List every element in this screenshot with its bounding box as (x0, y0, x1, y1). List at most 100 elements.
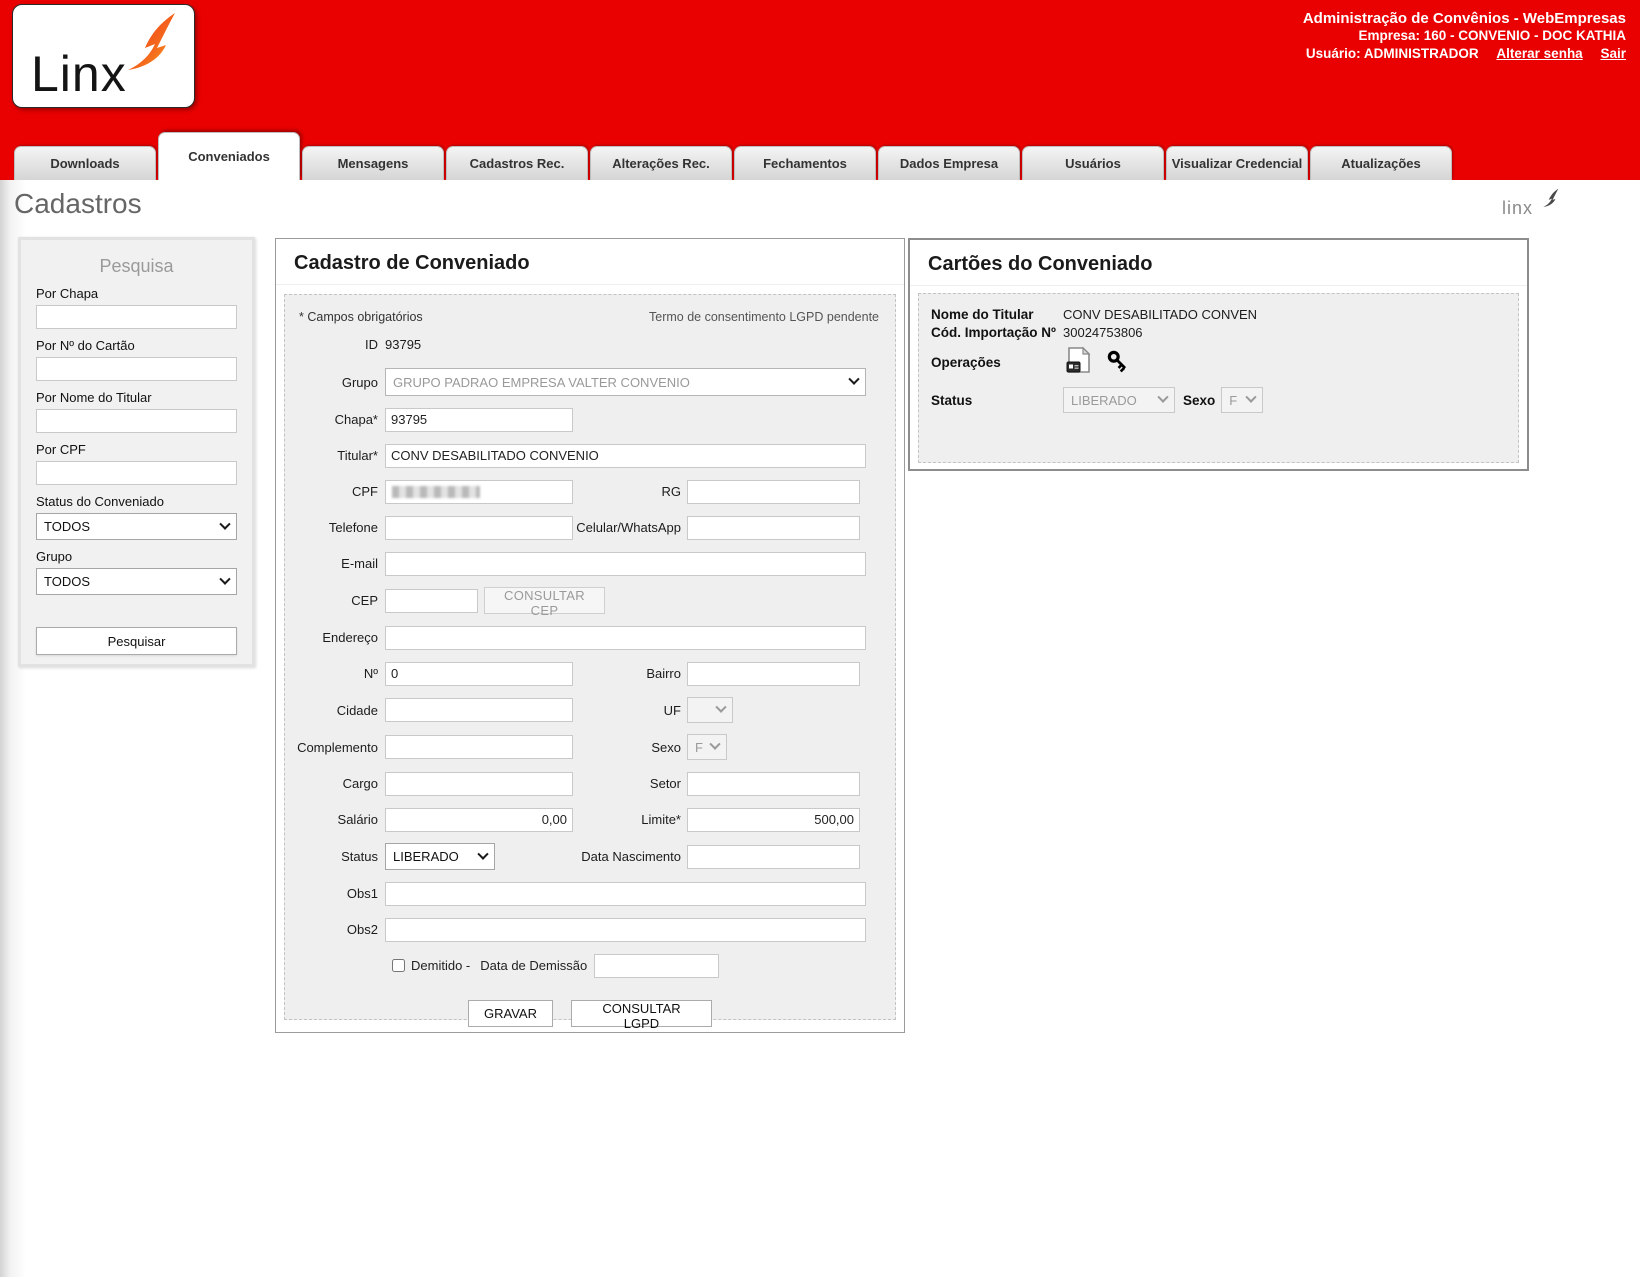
main-tab-bar: Downloads Conveniados Mensagens Cadastro… (14, 132, 1452, 180)
celular-input[interactable] (687, 515, 860, 540)
logout-link[interactable]: Sair (1600, 46, 1626, 61)
complemento-input[interactable] (385, 735, 573, 759)
search-grupo-select[interactable]: TODOS (36, 568, 237, 595)
cidade-input[interactable] (385, 698, 573, 722)
page-content: Cadastros linx Pesquisa Por Chapa Por Nº… (0, 180, 1640, 1277)
user-info: Usuário: ADMINISTRADOR (1305, 46, 1479, 61)
search-chapa-input[interactable] (36, 305, 237, 329)
chevron-down-icon (219, 518, 231, 530)
consultar-cep-button[interactable]: CONSULTAR CEP (484, 587, 605, 618)
search-panel: Pesquisa Por Chapa Por Nº do Cartão Por … (18, 237, 255, 667)
obs1-input[interactable] (385, 881, 866, 906)
bairro-input[interactable] (687, 661, 860, 686)
tab-dados-empresa[interactable]: Dados Empresa (878, 146, 1020, 180)
bairro-label: Bairro (646, 666, 681, 681)
tab-usuarios[interactable]: Usuários (1022, 146, 1164, 180)
tab-visualizar-credencial[interactable]: Visualizar Credencial (1166, 146, 1308, 180)
endereco-input[interactable] (385, 625, 866, 650)
setor-input[interactable] (687, 771, 860, 796)
company-info: Empresa: 160 - CONVENIO - DOC KATHIA (1358, 28, 1626, 43)
limite-label: Limite* (641, 812, 681, 827)
search-status-select[interactable]: TODOS (36, 513, 237, 540)
data-demissao-label: Data de Demissão (480, 958, 588, 973)
chapa-label: Chapa* (334, 412, 378, 427)
search-cpf-input[interactable] (36, 461, 237, 485)
tab-atualizacoes[interactable]: Atualizações (1310, 146, 1452, 180)
titular-input[interactable] (385, 443, 866, 468)
telefone-label: Telefone (328, 520, 378, 535)
uf-label: UF (663, 702, 681, 718)
holder-name-value: CONV DESABILITADO CONVEN (1063, 307, 1258, 322)
salario-label: Salário (337, 812, 378, 827)
change-password-link[interactable]: Alterar senha (1496, 46, 1582, 61)
member-form-body: * Campos obrigatórios Termo de consentim… (284, 294, 896, 1031)
data-nascimento-input[interactable] (687, 844, 860, 869)
email-label: E-mail (341, 556, 378, 571)
cpf-input[interactable] (385, 479, 573, 504)
demitido-label: Demitido - (411, 958, 471, 973)
tab-downloads[interactable]: Downloads (14, 146, 156, 180)
card-document-icon[interactable] (1063, 346, 1093, 379)
search-status-value: TODOS (44, 519, 90, 534)
card-status-select[interactable]: LIBERADO (1063, 387, 1175, 413)
search-panel-title: Pesquisa (99, 256, 174, 276)
tab-fechamentos[interactable]: Fechamentos (734, 146, 876, 180)
status-value: LIBERADO (393, 849, 459, 864)
import-code-value: 30024753806 (1063, 325, 1143, 340)
card-sexo-label: Sexo (1183, 392, 1216, 408)
gravar-button[interactable]: GRAVAR (468, 1000, 553, 1027)
search-chapa-label: Por Chapa (36, 286, 99, 301)
cards-panel-title: Cartões do Conveniado (910, 240, 1527, 286)
linx-arrow-icon (118, 11, 180, 76)
cargo-input[interactable] (385, 771, 573, 796)
grupo-value: GRUPO PADRAO EMPRESA VALTER CONVENIO (393, 374, 690, 390)
search-status-label: Status do Conveniado (36, 494, 164, 509)
sexo-select[interactable]: F (687, 734, 727, 760)
status-select[interactable]: LIBERADO (385, 843, 495, 870)
email-input[interactable] (385, 551, 866, 576)
search-cartao-input[interactable] (36, 357, 237, 381)
obs2-input[interactable] (385, 917, 866, 942)
card-sexo-select[interactable]: F (1221, 387, 1264, 413)
chapa-input[interactable] (385, 407, 573, 432)
numero-input[interactable] (385, 661, 573, 686)
celular-label: Celular/WhatsApp (576, 520, 681, 535)
limite-input[interactable] (687, 807, 860, 832)
card-status-value: LIBERADO (1071, 392, 1137, 408)
uf-select[interactable] (687, 697, 733, 723)
tab-alteracoes-rec[interactable]: Alterações Rec. (590, 146, 732, 180)
search-titular-input[interactable] (36, 409, 237, 433)
search-titular-label: Por Nome do Titular (36, 390, 152, 405)
status-label: Status (341, 849, 378, 864)
chevron-down-icon (715, 701, 727, 713)
sexo-value: F (695, 739, 703, 755)
holder-name-label: Nome do Titular (931, 307, 1034, 322)
cards-panel: Cartões do Conveniado Nome do Titular CO… (908, 238, 1529, 471)
import-code-label: Cód. Importação Nº (931, 325, 1056, 340)
app-header: Linx Administração de Convênios - WebEmp… (0, 0, 1640, 180)
cidade-label: Cidade (336, 702, 378, 718)
key-icon[interactable] (1105, 348, 1131, 377)
tab-conveniados[interactable]: Conveniados (158, 132, 300, 180)
telefone-input[interactable] (385, 515, 573, 540)
data-nascimento-label: Data Nascimento (581, 849, 681, 864)
titular-label: Titular* (337, 448, 378, 463)
tab-cadastros-rec[interactable]: Cadastros Rec. (446, 146, 588, 180)
linx-logo-text: Linx (31, 46, 127, 102)
rg-input[interactable] (687, 479, 860, 504)
sexo-label: Sexo (651, 739, 681, 755)
salario-input[interactable] (385, 807, 573, 832)
search-button[interactable]: Pesquisar (36, 627, 237, 655)
card-sexo-value: F (1229, 392, 1238, 408)
cep-label: CEP (351, 593, 378, 608)
search-grupo-label: Grupo (36, 549, 73, 564)
chevron-down-icon (1157, 391, 1169, 403)
data-demissao-input[interactable] (594, 953, 720, 978)
consultar-lgpd-button[interactable]: CONSULTAR LGPD (571, 1000, 712, 1031)
cep-input[interactable] (385, 588, 478, 613)
tab-mensagens[interactable]: Mensagens (302, 146, 444, 180)
demitido-checkbox[interactable] (392, 959, 405, 972)
grupo-select[interactable]: GRUPO PADRAO EMPRESA VALTER CONVENIO (385, 368, 866, 396)
cargo-label: Cargo (342, 776, 378, 791)
linx-watermark: linx (1502, 188, 1560, 219)
